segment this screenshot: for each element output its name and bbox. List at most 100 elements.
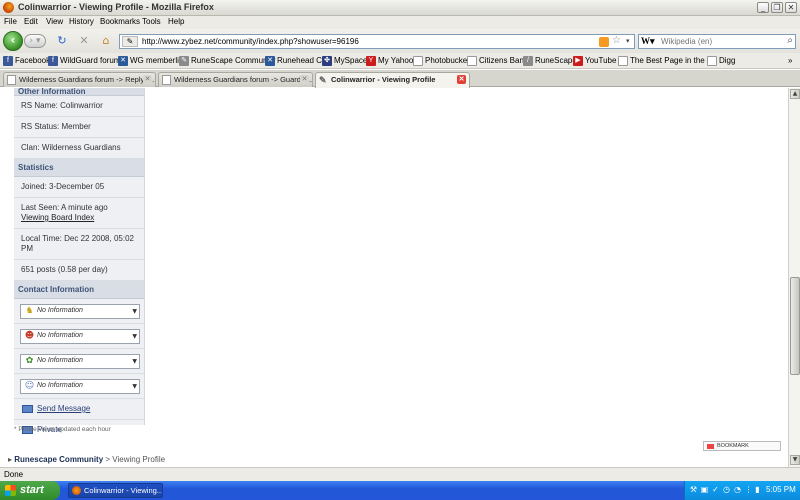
menu-bar: File Edit View History Bookmarks Tools H…	[0, 16, 800, 29]
window-title: Colinwarrior - Viewing Profile - Mozilla…	[18, 2, 214, 12]
status-bar: Done	[0, 467, 800, 481]
bookmark-digg[interactable]: Digg	[707, 55, 735, 67]
tab-close-icon[interactable]: ✕	[457, 75, 466, 84]
bookmark-citizens-bank[interactable]: Citizens Bank	[467, 55, 528, 67]
breadcrumb-root-link[interactable]: Runescape Community	[14, 455, 103, 464]
bookmark-label: RuneScape	[535, 56, 577, 65]
bookmark-runescape[interactable]: / RuneScape	[523, 55, 577, 67]
address-bar[interactable]: ✎ http://www.zybez.net/community/index.p…	[119, 34, 635, 49]
page-icon	[162, 75, 171, 85]
home-icon[interactable]: ⌂	[99, 35, 113, 48]
minimize-button[interactable]: _	[757, 2, 769, 13]
menu-tools[interactable]: Tools	[142, 17, 161, 26]
tray-signal-icon[interactable]: ▮	[753, 485, 762, 495]
msn-select[interactable]: ☻ No Information ▼	[20, 329, 140, 344]
menu-edit[interactable]: Edit	[24, 17, 38, 26]
tab-close-icon[interactable]: ✕	[143, 75, 152, 84]
aim-select[interactable]: ♞ No Information ▼	[20, 304, 140, 319]
reload-icon[interactable]: ↻	[55, 35, 69, 48]
tray-volume-icon[interactable]: ◷	[722, 485, 731, 495]
scroll-down-arrow[interactable]: ▼	[790, 455, 800, 465]
joined-date: Joined: 3-December 05	[14, 177, 144, 198]
bookmark-photobucket[interactable]: Photobucket	[413, 55, 469, 67]
bookmark-youtube[interactable]: ▶ YouTube	[573, 55, 616, 67]
tab-replying[interactable]: Wilderness Guardians forum -> Replyin...…	[3, 72, 156, 87]
url-dropdown-icon[interactable]: ▾	[626, 37, 630, 45]
status-text: Done	[4, 470, 24, 479]
stop-icon[interactable]: ✕	[77, 35, 91, 48]
contact-value: No Information	[37, 382, 83, 389]
page-icon	[7, 75, 16, 85]
bookmark-label: Facebook	[15, 56, 51, 65]
myspace-icon: ✤	[322, 56, 332, 66]
bookmarks-toolbar: f Facebook f WildGuard forums ✕ WG memberli…	[0, 53, 800, 69]
local-time: Local Time: Dec 22 2008, 05:02 PM	[14, 229, 144, 260]
icq-select[interactable]: ✿ No Information ▼	[20, 354, 140, 369]
contact-aim: ♞ No Information ▼	[14, 299, 144, 324]
close-window-button[interactable]: ✕	[785, 2, 797, 13]
menu-view[interactable]: View	[46, 17, 63, 26]
breadcrumb-separator: >	[103, 455, 113, 464]
send-message-row: Send Message	[14, 399, 144, 420]
tray-wrench-icon[interactable]: ⚒	[689, 485, 698, 495]
other-information-header: Other Information	[14, 88, 144, 96]
yahoo-icon: Y	[366, 56, 376, 66]
x-icon: ✕	[265, 56, 275, 66]
tray-network-icon[interactable]: ▣	[700, 485, 709, 495]
tab-label: Colinwarrior - Viewing Profile	[331, 75, 436, 84]
search-input[interactable]	[661, 36, 779, 47]
page-icon	[707, 56, 717, 66]
taskbar-firefox-window[interactable]: Colinwarrior - Viewing...	[68, 483, 163, 498]
search-icon[interactable]: ⌕	[787, 35, 793, 46]
url-text[interactable]: http://www.zybez.net/community/index.php…	[142, 37, 359, 46]
facebook-icon: f	[3, 56, 13, 66]
bookmark-myspace[interactable]: ✤ MySpace	[322, 55, 367, 67]
contact-yahoo: ☺ No Information ▼	[14, 374, 144, 399]
breadcrumb-current: Viewing Profile	[112, 455, 166, 464]
bookmark-runehead-cd[interactable]: ✕ Runehead CD	[265, 55, 328, 67]
tray-clock-icon[interactable]: ◔	[733, 485, 742, 495]
bookmark-label: RuneScape Communtiy	[191, 56, 276, 65]
vertical-scrollbar[interactable]: ▲ ▼	[788, 88, 800, 467]
icq-icon: ✿	[25, 356, 34, 366]
tray-dots-icon[interactable]: ⋮	[744, 485, 753, 495]
bookmark-wildguard-forums[interactable]: f WildGuard forums	[48, 55, 124, 67]
wikipedia-icon[interactable]: W▾	[641, 36, 659, 47]
menu-help[interactable]: Help	[168, 17, 184, 26]
start-button[interactable]: start	[0, 481, 60, 500]
bookmarks-overflow-icon[interactable]: »	[788, 55, 792, 67]
facebook-icon: f	[48, 56, 58, 66]
contact-icq: ✿ No Information ▼	[14, 349, 144, 374]
bookmark-facebook[interactable]: f Facebook	[3, 55, 50, 67]
tab-viewing-profile[interactable]: ✎ Colinwarrior - Viewing Profile ✕	[315, 72, 470, 88]
maximize-button[interactable]: ❐	[771, 2, 783, 13]
menu-bookmarks[interactable]: Bookmarks	[100, 17, 140, 26]
bookmark-label: Runehead CD	[277, 56, 328, 65]
menu-file[interactable]: File	[4, 17, 17, 26]
back-button[interactable]: ‹	[3, 31, 23, 51]
site-identity-icon[interactable]: ✎	[122, 36, 138, 47]
menu-history[interactable]: History	[69, 17, 94, 26]
rss-feed-icon[interactable]	[599, 37, 609, 47]
viewing-board-index-link[interactable]: Viewing Board Index	[21, 213, 94, 222]
bookmark-label: Photobucket	[425, 56, 470, 65]
bookmark-label: Citizens Bank	[479, 56, 528, 65]
scroll-up-arrow[interactable]: ▲	[790, 89, 800, 99]
bookmark-wg-memberlist[interactable]: ✕ WG memberlist	[118, 55, 185, 67]
x-icon: ✕	[118, 56, 128, 66]
tray-shield-icon[interactable]: ✓	[711, 485, 720, 495]
search-bar[interactable]: W▾ ⌕	[638, 34, 796, 49]
youtube-icon: ▶	[573, 56, 583, 66]
forward-button[interactable]: › ▾	[24, 34, 46, 48]
tab-close-icon[interactable]: ✕	[300, 75, 309, 84]
yahoo-select[interactable]: ☺ No Information ▼	[20, 379, 140, 394]
firefox-icon	[3, 2, 14, 13]
bookmark-best-page[interactable]: The Best Page in the ...	[618, 55, 714, 67]
scroll-thumb[interactable]	[790, 277, 800, 375]
tab-guardians[interactable]: Wilderness Guardians forum -> Guardia...…	[158, 72, 313, 87]
send-message-link[interactable]: Send Message	[37, 404, 90, 413]
bookmark-star-icon[interactable]: ☆	[612, 35, 621, 46]
bookmark-runescape-communtiy[interactable]: ✎ RuneScape Communtiy	[179, 55, 275, 67]
bookmark-share-button[interactable]: BOOKMARK	[703, 441, 781, 451]
bookmark-my-yahoo[interactable]: Y My Yahoo	[366, 55, 413, 67]
